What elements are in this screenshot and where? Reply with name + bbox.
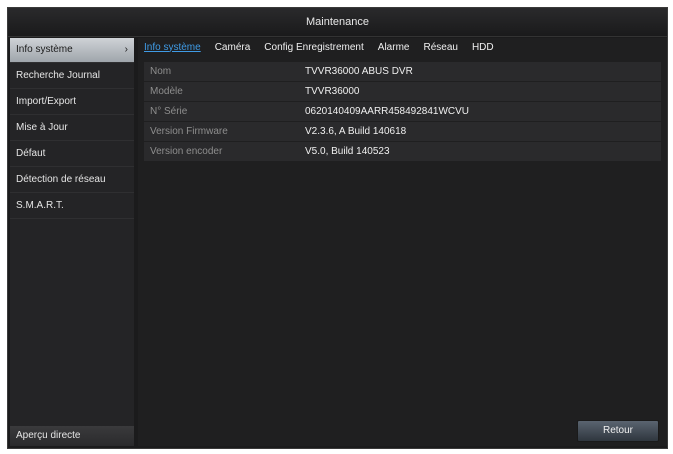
- sidebar-item-smart[interactable]: S.M.A.R.T.: [10, 194, 134, 219]
- sidebar-item-label: Mise à Jour: [16, 122, 68, 133]
- chevron-right-icon: ›: [124, 44, 128, 55]
- sidebar-item-label: Recherche Journal: [16, 70, 100, 81]
- row-label: Nom: [150, 66, 172, 77]
- row-value: TVVR36000 ABUS DVR: [305, 66, 413, 77]
- sidebar-item-defaut[interactable]: Défaut: [10, 142, 134, 167]
- tab-bar: Info système Caméra Config Enregistremen…: [138, 38, 667, 56]
- sidebar: Info système › Recherche Journal Import/…: [10, 38, 134, 446]
- row-value: 0620140409AARR458492841WCVU: [305, 106, 470, 117]
- row-value: V2.3.6, A Build 140618: [305, 126, 407, 137]
- sidebar-item-label: Défaut: [16, 148, 46, 159]
- tab-info-systeme[interactable]: Info système: [144, 42, 201, 53]
- sidebar-item-label: S.M.A.R.T.: [16, 200, 64, 211]
- row-label: N° Série: [150, 106, 188, 117]
- sidebar-item-label: Détection de réseau: [16, 174, 106, 185]
- system-info-table: Nom TVVR36000 ABUS DVR Modèle TVVR36000 …: [144, 62, 661, 162]
- retour-button[interactable]: Retour: [577, 420, 659, 442]
- row-value: V5.0, Build 140523: [305, 146, 390, 157]
- sidebar-item-label: Import/Export: [16, 96, 77, 107]
- row-label: Version encoder: [150, 146, 223, 157]
- sidebar-item-import-export[interactable]: Import/Export: [10, 90, 134, 115]
- row-label: Modèle: [150, 86, 183, 97]
- row-label: Version Firmware: [150, 126, 228, 137]
- maintenance-window: Maintenance Info système › Recherche Jou…: [7, 7, 668, 449]
- sidebar-item-detection-reseau[interactable]: Détection de réseau: [10, 168, 134, 193]
- tab-hdd[interactable]: HDD: [472, 42, 494, 53]
- sidebar-item-recherche-journal[interactable]: Recherche Journal: [10, 64, 134, 89]
- tab-reseau[interactable]: Réseau: [423, 42, 457, 53]
- tab-alarme[interactable]: Alarme: [378, 42, 410, 53]
- table-row: Nom TVVR36000 ABUS DVR: [144, 62, 661, 81]
- sidebar-item-label: Info système: [16, 44, 73, 55]
- tab-camera[interactable]: Caméra: [215, 42, 251, 53]
- sidebar-item-info-systeme[interactable]: Info système ›: [10, 38, 134, 63]
- table-row: Modèle TVVR36000: [144, 82, 661, 101]
- table-row: Version Firmware V2.3.6, A Build 140618: [144, 122, 661, 141]
- table-row: Version encoder V5.0, Build 140523: [144, 142, 661, 161]
- row-value: TVVR36000: [305, 86, 360, 97]
- window-title: Maintenance: [8, 8, 667, 37]
- main-panel: Info système Caméra Config Enregistremen…: [138, 38, 667, 446]
- table-row: N° Série 0620140409AARR458492841WCVU: [144, 102, 661, 121]
- live-view-button[interactable]: Aperçu directe: [10, 426, 134, 446]
- tab-config-enregistrement[interactable]: Config Enregistrement: [264, 42, 364, 53]
- sidebar-item-mise-a-jour[interactable]: Mise à Jour: [10, 116, 134, 141]
